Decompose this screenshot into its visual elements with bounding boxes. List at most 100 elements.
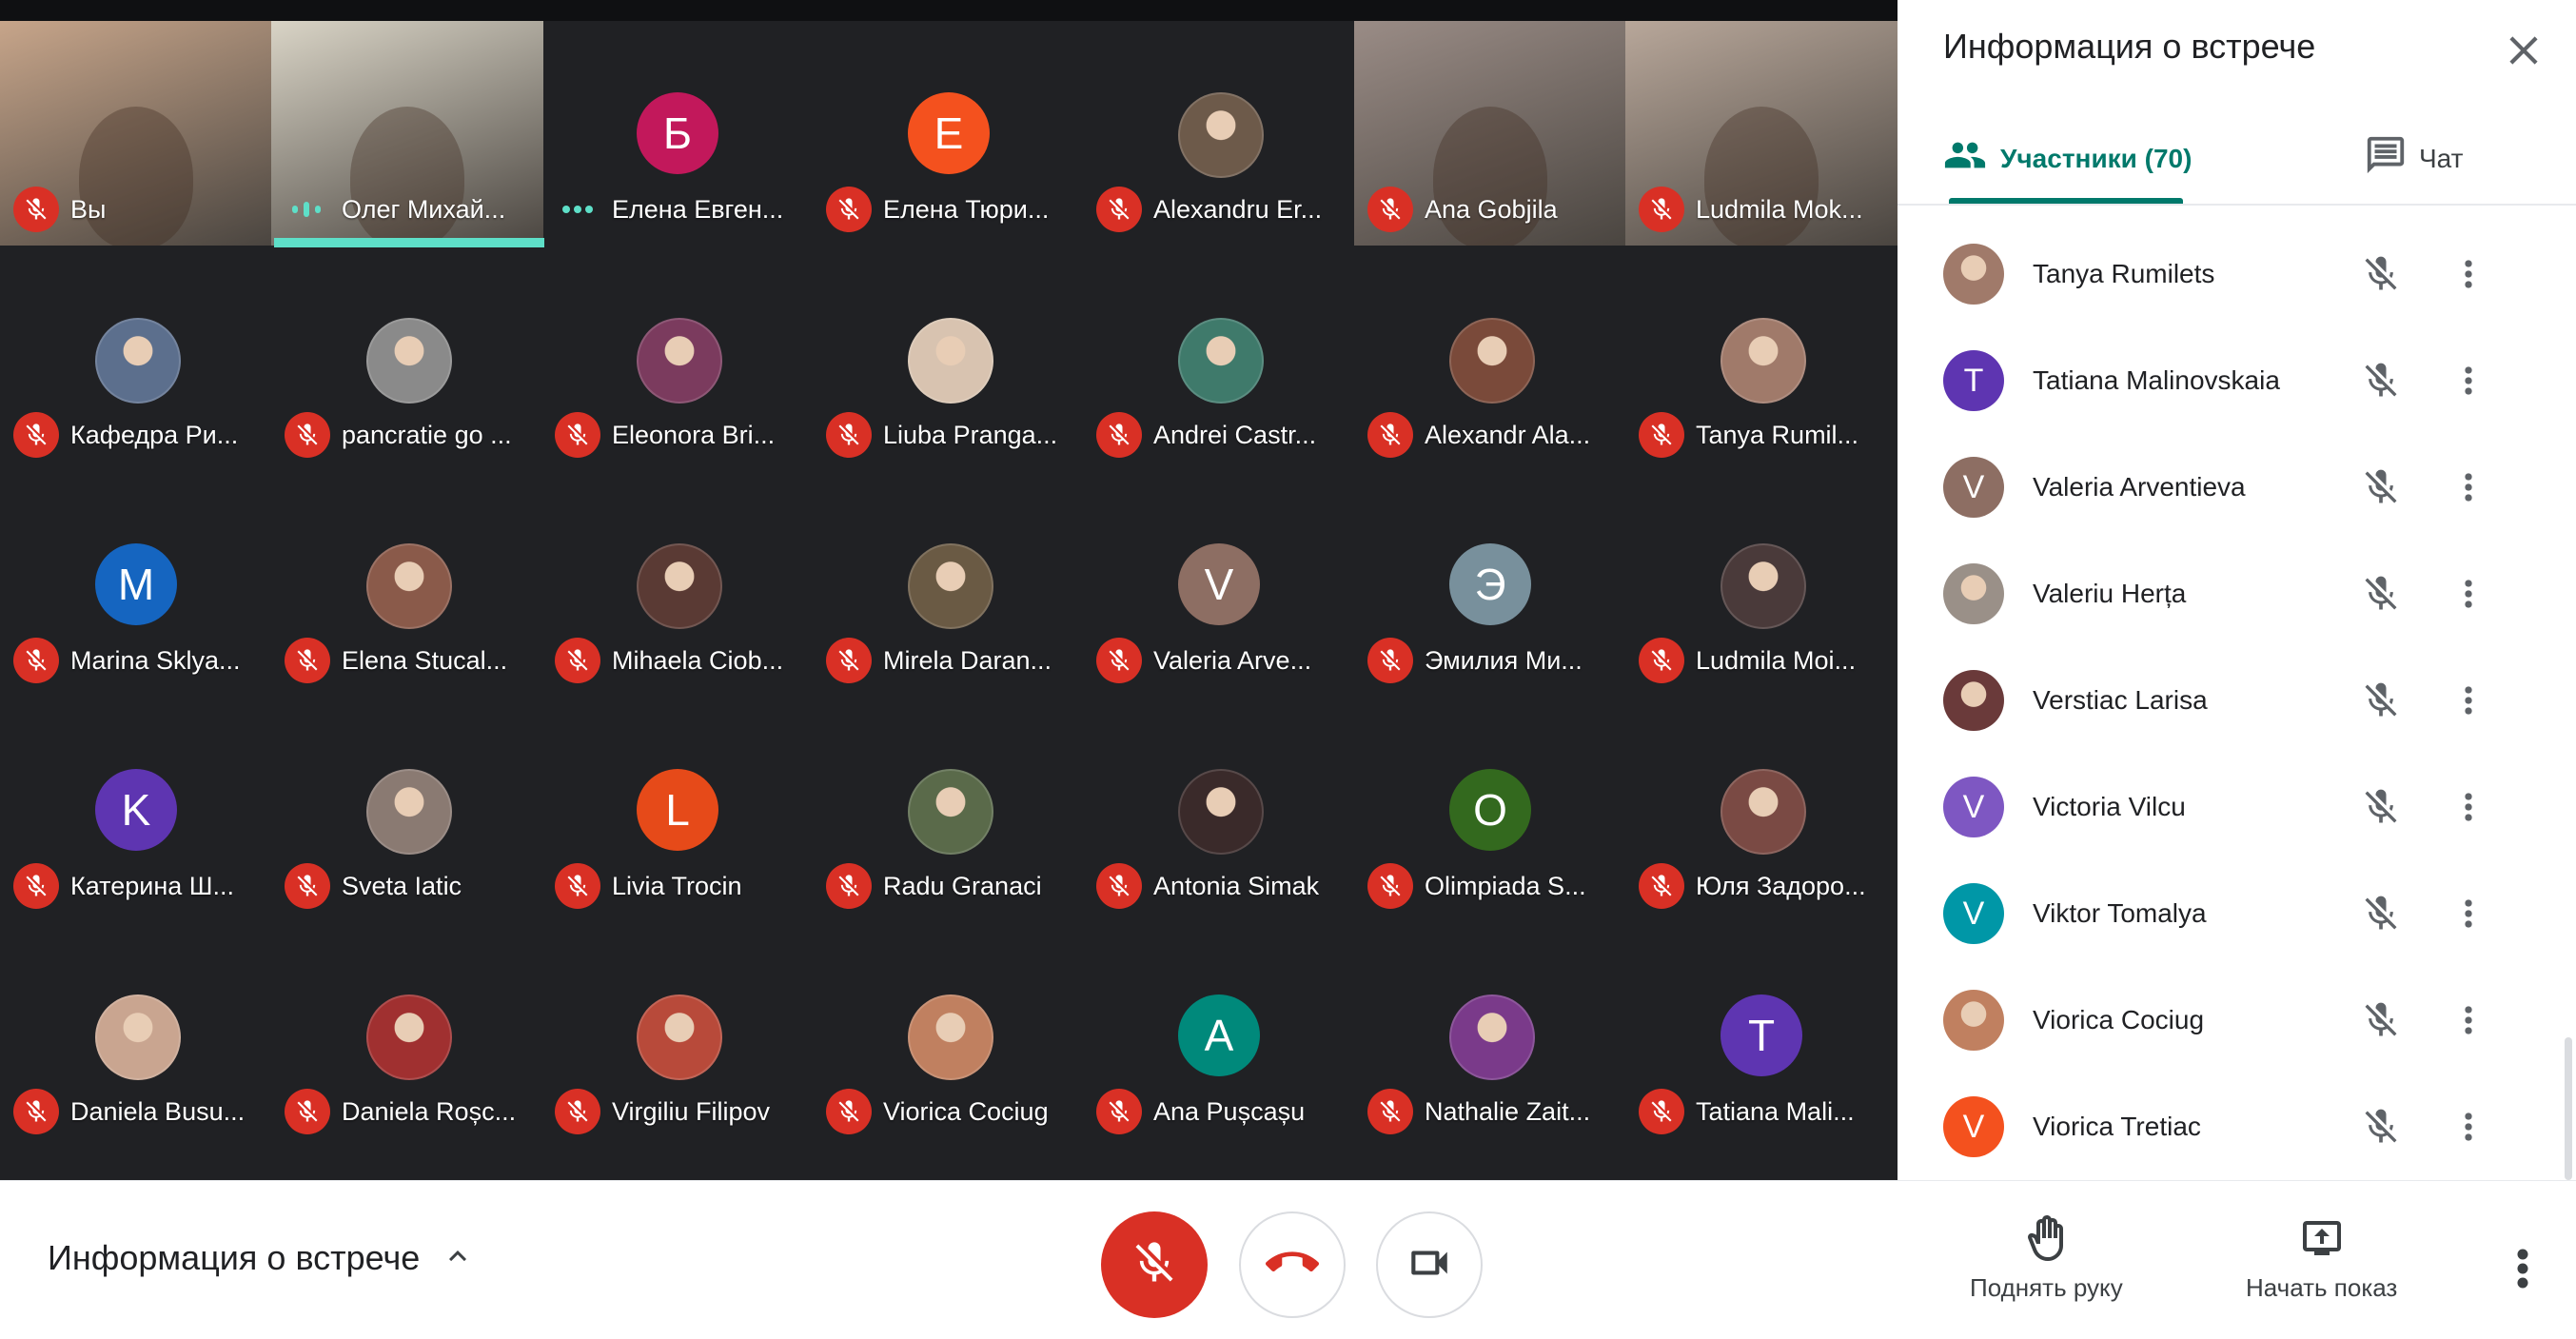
mic-off-icon xyxy=(13,638,59,683)
participant-tile[interactable]: Nathalie Zait... xyxy=(1354,923,1626,1148)
participant-tile[interactable]: Э Эмилия Ми... xyxy=(1354,472,1626,697)
participant-tile[interactable]: Virgiliu Filipov xyxy=(541,923,814,1148)
mic-off-icon xyxy=(1130,1238,1179,1292)
leave-call-button[interactable] xyxy=(1239,1211,1346,1318)
participant-tile[interactable]: Eleonora Bri... xyxy=(541,246,814,471)
mic-off-icon xyxy=(13,187,59,232)
mic-off-icon xyxy=(13,863,59,909)
participant-list-item[interactable]: Tanya Rumilets xyxy=(1898,221,2576,327)
participant-name: Катерина Ш... xyxy=(70,871,235,900)
participant-tile[interactable]: L Livia Trocin xyxy=(541,698,814,922)
more-options-icon[interactable] xyxy=(2454,360,2483,402)
participant-tile[interactable]: T Tatiana Mali... xyxy=(1625,923,1898,1148)
mic-off-icon[interactable] xyxy=(2360,360,2402,402)
more-options-icon[interactable] xyxy=(2454,999,2483,1041)
participant-list-item[interactable]: T Tatiana Malinovskaia xyxy=(1898,327,2576,434)
participant-tile[interactable]: Б Елена Евген... xyxy=(541,21,814,246)
participant-tile[interactable]: Alexandr Ala... xyxy=(1354,246,1626,471)
participant-name: Tatiana Malinovskaia xyxy=(2033,365,2280,395)
more-options-icon[interactable] xyxy=(2454,679,2483,721)
participant-list-item[interactable]: Verstiac Larisa xyxy=(1898,647,2576,754)
close-icon[interactable] xyxy=(2500,27,2547,74)
mic-off-icon[interactable] xyxy=(2360,786,2402,828)
participant-list-item[interactable]: Valeriu Herța xyxy=(1898,541,2576,647)
participant-tile[interactable]: Юля Задоро... xyxy=(1625,698,1898,922)
participant-name: Tatiana Mali... xyxy=(1696,1096,1855,1126)
participant-tile[interactable]: Tanya Rumil... xyxy=(1625,246,1898,471)
mic-off-icon[interactable] xyxy=(2360,679,2402,721)
avatar-initial: K xyxy=(95,769,177,851)
participant-tile[interactable]: Alexandru Er... xyxy=(1083,21,1355,246)
participant-tile[interactable]: Олег Михай... xyxy=(271,21,543,246)
participant-tile[interactable]: Andrei Castr... xyxy=(1083,246,1355,471)
avatar-initial: V xyxy=(1178,543,1260,625)
mic-off-icon xyxy=(1367,187,1413,232)
meeting-details-button[interactable]: Информация о встрече xyxy=(48,1238,475,1278)
mic-off-icon xyxy=(1639,187,1684,232)
participant-name: Mihaela Ciob... xyxy=(612,645,784,675)
participant-tile[interactable]: A Ana Pușcașu xyxy=(1083,923,1355,1148)
participant-tile[interactable]: Radu Granaci xyxy=(813,698,1085,922)
avatar-photo xyxy=(95,994,181,1080)
present-now-button[interactable]: Начать показ xyxy=(2246,1215,2397,1303)
participant-tile[interactable]: Elena Stucal... xyxy=(271,472,543,697)
mic-off-icon[interactable] xyxy=(2360,893,2402,935)
participant-list-item[interactable]: V Victoria Vilcu xyxy=(1898,754,2576,860)
participant-tile[interactable]: Ana Gobjila xyxy=(1354,21,1626,246)
more-options-icon[interactable] xyxy=(2454,893,2483,935)
participant-tile[interactable]: M Marina Sklya... xyxy=(0,472,272,697)
participant-tile[interactable]: Е Елена Тюри... xyxy=(813,21,1085,246)
participant-tile[interactable]: Daniela Roșc... xyxy=(271,923,543,1148)
participant-name: Viktor Tomalya xyxy=(2033,898,2207,928)
participant-tile[interactable]: Mihaela Ciob... xyxy=(541,472,814,697)
participant-tile[interactable]: Liuba Pranga... xyxy=(813,246,1085,471)
participant-list-item[interactable]: V Valeria Arventieva xyxy=(1898,434,2576,541)
tab-participants-label: Участники (70) xyxy=(2000,143,2193,173)
tile-nameplate: Sveta Iatic xyxy=(285,863,534,909)
mic-off-icon[interactable] xyxy=(2360,466,2402,508)
more-options-icon[interactable] xyxy=(2508,1240,2537,1297)
participant-tile[interactable]: Ludmila Moi... xyxy=(1625,472,1898,697)
participant-name: Daniela Busu... xyxy=(70,1096,246,1126)
tab-participants[interactable]: Участники (70) xyxy=(1943,133,2192,184)
participant-tile[interactable]: Antonia Simak xyxy=(1083,698,1355,922)
panel-scrollbar[interactable] xyxy=(2565,1037,2572,1180)
video-grid: Вы Олег Михай... Б Елена Евген... Е Елена Тюр… xyxy=(0,0,1898,1180)
participant-name: Liuba Pranga... xyxy=(883,420,1058,449)
more-options-icon[interactable] xyxy=(2454,466,2483,508)
microphone-toggle-button[interactable] xyxy=(1101,1211,1208,1318)
participant-tile[interactable]: Mirela Daran... xyxy=(813,472,1085,697)
participant-tile[interactable]: K Катерина Ш... xyxy=(0,698,272,922)
more-dots-icon xyxy=(555,187,600,232)
participant-tile[interactable]: Sveta Iatic xyxy=(271,698,543,922)
participant-list-item[interactable]: Viorica Cociug xyxy=(1898,967,2576,1073)
raise-hand-button[interactable]: Поднять руку xyxy=(1970,1215,2123,1303)
participant-tile[interactable]: O Olimpiada S... xyxy=(1354,698,1626,922)
mic-off-icon[interactable] xyxy=(2360,999,2402,1041)
participant-name: Eleonora Bri... xyxy=(612,420,776,449)
mic-off-icon[interactable] xyxy=(2360,253,2402,295)
participant-name: Livia Trocin xyxy=(612,871,742,900)
participant-list-item[interactable]: V Viorica Tretiac xyxy=(1898,1073,2576,1180)
participant-tile[interactable]: Кафедра Ри... xyxy=(0,246,272,471)
mic-off-icon[interactable] xyxy=(2360,573,2402,615)
mic-off-icon xyxy=(1367,412,1413,458)
tile-nameplate: Юля Задоро... xyxy=(1639,863,1888,909)
participant-tile[interactable]: V Valeria Arve... xyxy=(1083,472,1355,697)
participant-name: Valeriu Herța xyxy=(2033,579,2187,608)
more-options-icon[interactable] xyxy=(2454,253,2483,295)
participant-tile[interactable]: Вы xyxy=(0,21,272,246)
more-options-icon[interactable] xyxy=(2454,573,2483,615)
participant-tile[interactable]: pancratie go ... xyxy=(271,246,543,471)
participant-name: Victoria Vilcu xyxy=(2033,792,2186,821)
more-options-icon[interactable] xyxy=(2454,786,2483,828)
participant-tile[interactable]: Daniela Busu... xyxy=(0,923,272,1148)
participant-list-item[interactable]: V Viktor Tomalya xyxy=(1898,860,2576,967)
mic-off-icon[interactable] xyxy=(2360,1106,2402,1148)
participant-tile[interactable]: Viorica Cociug xyxy=(813,923,1085,1148)
camera-toggle-button[interactable] xyxy=(1376,1211,1483,1318)
more-options-icon[interactable] xyxy=(2454,1106,2483,1148)
tab-chat[interactable]: Чат xyxy=(2364,133,2463,184)
tile-nameplate: Катерина Ш... xyxy=(13,863,263,909)
participant-tile[interactable]: Ludmila Mok... xyxy=(1625,21,1898,246)
